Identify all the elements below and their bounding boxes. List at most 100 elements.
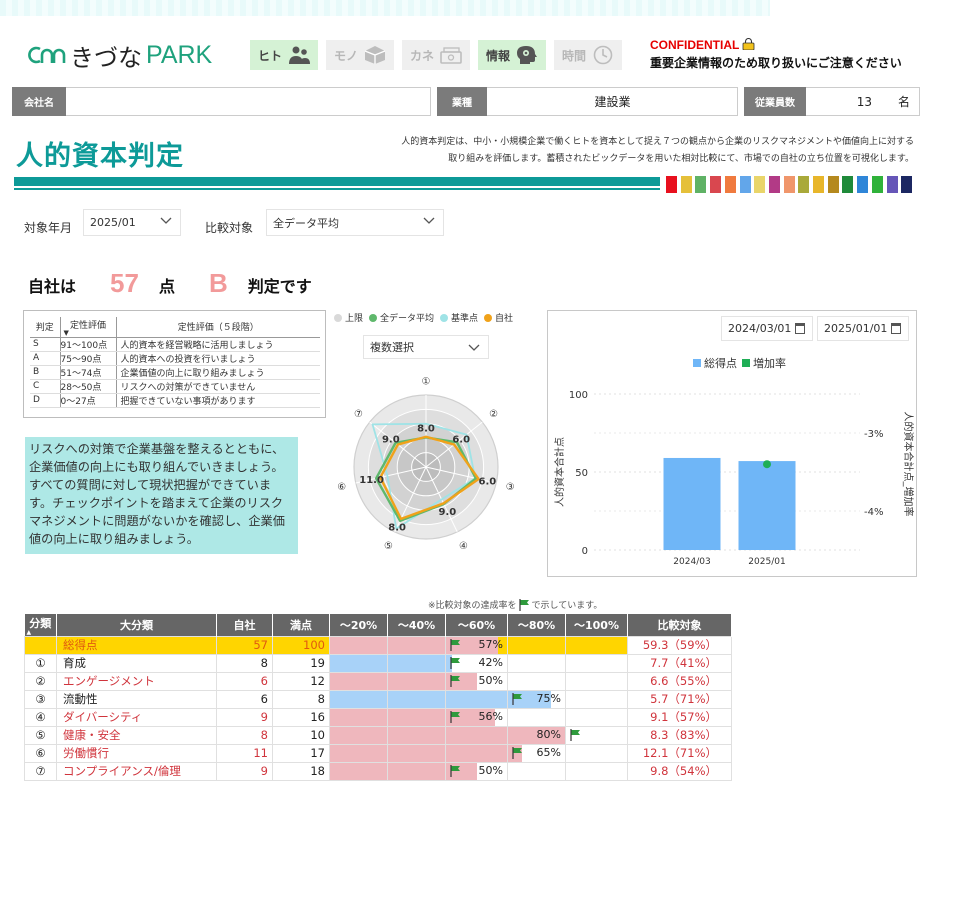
- app-logo[interactable]: きづな PARK: [28, 38, 212, 72]
- page-description-line-2: 取り組みを評価します。蓄積されたビックデータを用いた相対比較にて、市場での自社の…: [448, 154, 914, 164]
- achievement-percent: 50%: [478, 763, 503, 777]
- chevron-down-icon: [160, 217, 172, 224]
- nav-mono-button[interactable]: モノ: [326, 40, 394, 70]
- table-row[interactable]: ⑥ 労働慣行 11 17 65% 12.1（71%）: [24, 743, 732, 763]
- table-row[interactable]: ① 育成 8 19 42% 7.7（41%）: [24, 653, 732, 673]
- achievement-bar-cell: 56%: [445, 707, 508, 727]
- row-comparison-value: 12.1（71%）: [627, 743, 732, 763]
- calendar-icon: [891, 323, 901, 334]
- color-swatch: [798, 176, 810, 193]
- row-own-score: 57: [216, 635, 273, 655]
- grade-code: S: [30, 337, 60, 352]
- date-to-value: 2025/01/01: [824, 322, 888, 335]
- row-comparison-value: 8.3（83%）: [627, 725, 732, 745]
- employees-label: 従業員数: [744, 87, 806, 116]
- table-header[interactable]: 分類 ▲: [24, 614, 57, 636]
- nav-jikan-button[interactable]: 時間: [554, 40, 622, 70]
- achievement-bar-cell: [565, 635, 628, 655]
- grade-range-header[interactable]: 定性評価 ▼: [59, 317, 116, 338]
- calendar-icon: [795, 323, 805, 334]
- table-header-label: 〜100%: [574, 618, 619, 632]
- row-max-score: 12: [272, 671, 330, 691]
- row-index: ②: [24, 671, 57, 691]
- achievement-bar-fill: [388, 673, 445, 689]
- table-row[interactable]: ② エンゲージメント 6 12 50% 6.6（55%）: [24, 671, 732, 691]
- grade-range: 75〜90点: [59, 351, 116, 366]
- sort-arrow-icon: ▼: [63, 328, 69, 337]
- table-row[interactable]: 総得点 57 100 57% 59.3（59%）: [24, 635, 732, 655]
- grade-code: B: [30, 365, 60, 380]
- achievement-percent: 42%: [478, 655, 503, 669]
- grade-row: A 75〜90点 人的資本への投資を行いましょう: [30, 351, 320, 366]
- color-swatch: [710, 176, 722, 193]
- table-header: 大分類: [56, 614, 217, 636]
- achievement-bar-cell: [507, 761, 566, 781]
- nav-joho-button[interactable]: 情報: [478, 40, 546, 70]
- table-row[interactable]: ④ ダイバーシティ 9 16 56% 9.1（57%）: [24, 707, 732, 727]
- table-header-label: 自社: [233, 618, 256, 632]
- table-header-label: 比較対象: [657, 618, 702, 632]
- row-index: ⑥: [24, 743, 57, 763]
- radar-axis-label: ③: [506, 482, 515, 493]
- achievement-bar-cell: [565, 725, 628, 745]
- row-index: [24, 635, 57, 655]
- y2-axis-title: 人的資本合計点_増加率: [902, 412, 915, 517]
- score-suffix: 判定です: [247, 277, 312, 296]
- page-title: 人的資本判定: [16, 141, 184, 172]
- nav-hito-label: ヒト: [257, 48, 282, 63]
- color-swatch: [813, 176, 824, 193]
- employees-value: 13: [856, 94, 872, 109]
- date-to-input[interactable]: 2025/01/01: [817, 316, 909, 341]
- achievement-percent: 57%: [478, 637, 503, 651]
- achievement-bar-fill: [388, 727, 445, 743]
- table-header: 自社: [216, 614, 273, 636]
- grade-row: D 0〜27点 把握できていない事項があります: [30, 393, 320, 408]
- row-category-name: 健康・安全: [56, 725, 217, 745]
- table-header: 満点: [272, 614, 330, 636]
- table-row[interactable]: ⑦ コンプライアンス/倫理 9 18 50% 9.8（54%）: [24, 761, 732, 781]
- compare-select[interactable]: 全データ平均: [266, 209, 444, 236]
- box-icon: [364, 46, 386, 64]
- top-decor-strip: [0, 0, 770, 16]
- kizuna-logo-icon: [28, 46, 66, 64]
- y2-tick-label: -3%: [864, 429, 883, 440]
- title-rule: [14, 177, 660, 186]
- confidential-note: 重要企業情報のため取り扱いにご注意ください: [650, 56, 902, 70]
- row-own-score: 6: [216, 671, 273, 691]
- achievement-percent: 65%: [536, 745, 561, 759]
- category-score-table: 分類 ▲ 大分類 自社 満点 〜20% 〜40% 〜60% 〜80% 〜100% 比較対象 総得点 5…: [24, 614, 732, 781]
- nav-kane-button[interactable]: カネ: [402, 40, 470, 70]
- achievement-bar-cell: [565, 743, 628, 763]
- achievement-percent: 75%: [536, 691, 561, 705]
- row-max-score: 10: [272, 725, 330, 745]
- growth-point: [763, 460, 771, 469]
- achievement-bar-fill: [446, 727, 507, 743]
- chevron-down-icon: [423, 217, 435, 224]
- money-icon: [440, 47, 462, 64]
- page-description-line-1: 人的資本判定は、中小・小規模企業で働くヒトを資本として捉え７つの観点から企業のリ…: [401, 137, 914, 147]
- achievement-bar-cell: [329, 671, 388, 691]
- grade-criteria-panel: 判定 定性評価 ▼ 定性評価（５段階） S 91〜100点 人的資本を経営戦略に活用し…: [23, 310, 326, 418]
- color-swatch: [695, 176, 707, 193]
- legend-own: 自社: [495, 314, 514, 324]
- industry-label: 業種: [437, 87, 487, 116]
- advice-box: リスクへの対策で企業基盤を整えるとともに、企業価値の向上にも取り組んでいきましょ…: [25, 437, 298, 554]
- chevron-down-icon: [468, 344, 480, 351]
- row-comparison-value: 7.7（41%）: [627, 653, 732, 673]
- table-row[interactable]: ⑤ 健康・安全 8 10 80% 8.3（83%）: [24, 725, 732, 745]
- color-swatch: [754, 176, 766, 193]
- period-select[interactable]: 2025/01: [83, 209, 181, 236]
- table-row[interactable]: ③ 流動性 6 8 75% 5.7（71%）: [24, 689, 732, 709]
- achievement-bar-cell: [329, 635, 388, 655]
- table-header: 〜100%: [565, 614, 628, 636]
- multi-select[interactable]: 複数選択: [363, 335, 489, 359]
- row-index: ①: [24, 653, 57, 673]
- legend-dot-upper: [334, 313, 342, 322]
- grade-range: 0〜27点: [59, 393, 116, 408]
- color-swatch: [871, 176, 883, 193]
- grade-desc-header: 定性評価（５段階）: [115, 317, 320, 338]
- score-summary: 自社は 57 点 B 判定です: [28, 268, 312, 299]
- nav-hito-button[interactable]: ヒト: [250, 40, 318, 70]
- legend-dot-average: [369, 313, 378, 322]
- date-from-input[interactable]: 2024/03/01: [721, 316, 813, 341]
